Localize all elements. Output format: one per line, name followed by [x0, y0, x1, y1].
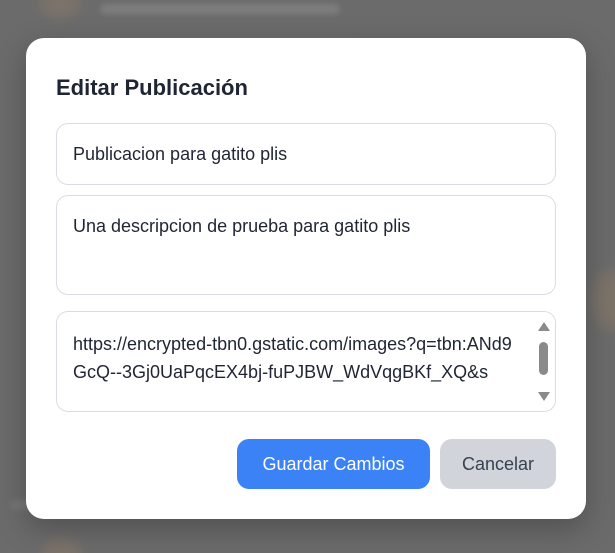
scrollbar-thumb[interactable]	[539, 342, 548, 375]
scroll-down-arrow-icon[interactable]	[538, 392, 550, 401]
url-scrollbar[interactable]	[533, 312, 555, 411]
modal-title: Editar Publicación	[56, 75, 248, 100]
background-image-fragment	[592, 270, 615, 330]
post-description-textarea[interactable]: Una descripcion de prueba para gatito pl…	[56, 195, 556, 295]
edit-post-modal: Editar Publicación Una descripcion de pr…	[26, 38, 586, 519]
scroll-up-arrow-icon[interactable]	[538, 322, 550, 331]
background-avatar	[42, 538, 82, 553]
image-url-textarea[interactable]: https://encrypted-tbn0.gstatic.com/image…	[56, 311, 556, 412]
background-avatar	[40, 0, 80, 18]
post-title-input[interactable]	[56, 123, 556, 185]
save-changes-button[interactable]: Guardar Cambios	[237, 439, 430, 489]
cancel-button[interactable]: Cancelar	[440, 439, 556, 489]
image-url-text: https://encrypted-tbn0.gstatic.com/image…	[73, 334, 512, 382]
background-text-line	[100, 4, 340, 14]
